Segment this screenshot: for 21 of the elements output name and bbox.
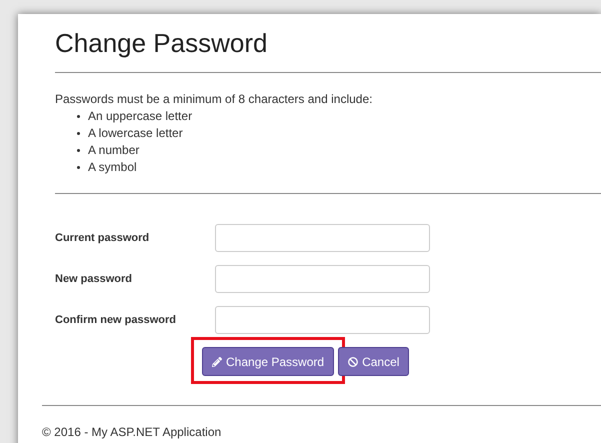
page-title: Change Password [55,28,268,58]
password-field[interactable] [215,224,430,252]
bullet-icon [77,166,80,169]
password-field[interactable] [215,306,430,334]
field-label: Current password [55,230,150,246]
bullet-icon [77,149,80,152]
change-password-button[interactable]: Change Password [202,347,334,376]
field-label: New password [55,272,134,287]
password-rules-text: Passwords must be a minimum of 8 characters and include: [55,91,374,108]
field-label: Confirm new password [55,312,178,328]
cancel-button[interactable]: Cancel [338,347,410,376]
bullet-icon [77,115,80,118]
footer-text: © 2016 - My ASP.NET Application [42,424,222,441]
ban-icon [348,356,358,366]
requirement-text: An uppercase letter [88,108,192,125]
requirement-text: A symbol [88,159,137,176]
pencil-icon [212,356,222,366]
requirement-text: A lowercase letter [88,125,183,142]
requirement-text: A number [88,142,140,159]
bullet-icon [77,132,80,135]
password-field[interactable] [215,265,430,293]
